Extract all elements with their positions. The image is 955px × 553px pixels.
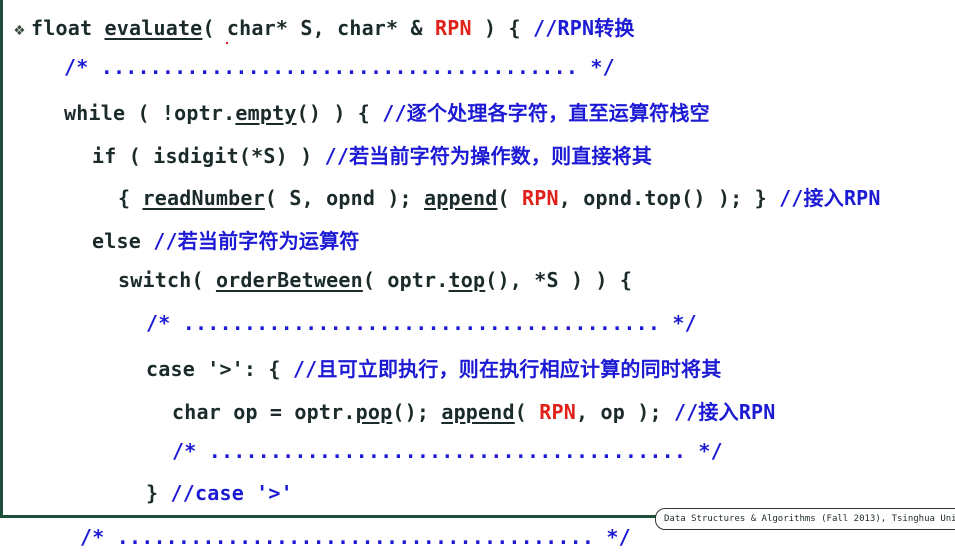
line-read-number-token: , opnd.top() ); }	[558, 186, 780, 210]
line-while-loop: while ( !optr.empty() ) { //逐个处理各字符，直至运算…	[64, 97, 710, 126]
line-switch: switch( orderBetween( optr.top(), *S ) )…	[118, 268, 632, 292]
line-function-signature-token: evaluate	[104, 16, 203, 40]
slide: ❖ float evaluate( char* S, char* & RPN ) …	[0, 0, 955, 553]
line-switch-token: ( optr.	[362, 268, 449, 292]
line-switch-token: switch(	[118, 268, 216, 292]
line-char-op: char op = optr.pop(); append( RPN, op );…	[172, 396, 776, 425]
line-function-signature-token: ( char* S, char* &	[202, 16, 436, 40]
line-read-number-token: readNumber	[142, 186, 265, 210]
red-dot-mark	[226, 42, 228, 44]
line-function-signature-token: float	[31, 16, 105, 40]
line-ellipsis-comment-2-token: /* .....................................…	[146, 311, 697, 335]
line-case-close-token: }	[146, 481, 171, 505]
line-if-isdigit: if ( isdigit(*S) ) //若当前字符为操作数，则直接将其	[92, 140, 652, 169]
line-else-token: //若当前字符为运算符	[153, 229, 360, 253]
line-else: else //若当前字符为运算符	[92, 225, 360, 254]
line-while-loop-token: //逐个处理各字符，直至运算符栈空	[382, 101, 710, 125]
line-else-token: else	[92, 229, 154, 253]
line-ellipsis-comment-1-token: /* .....................................…	[64, 55, 615, 79]
line-read-number-token: append	[424, 186, 498, 210]
line-function-signature-token: RPN	[435, 16, 472, 40]
line-char-op-token: //接入RPN	[673, 400, 776, 424]
line-ellipsis-comment-4: /* .....................................…	[80, 525, 631, 549]
line-char-op-token: ();	[392, 400, 442, 424]
line-read-number-token: RPN	[521, 186, 559, 210]
line-ellipsis-comment-3: /* .....................................…	[172, 439, 723, 463]
line-case-greater-token: //且可立即执行，则在执行相应计算的同时将其	[292, 357, 722, 381]
line-ellipsis-comment-4-token: /* .....................................…	[80, 525, 631, 549]
line-switch-token: (), *S ) ) {	[485, 268, 633, 292]
line-char-op-token: char op = optr.	[172, 400, 356, 424]
line-char-op-token: append	[441, 400, 515, 424]
line-read-number: { readNumber( S, opnd ); append( RPN, op…	[118, 182, 881, 211]
line-read-number-token: ( S, opnd );	[264, 186, 425, 210]
line-case-close: } //case '>'	[146, 481, 293, 505]
line-while-loop-token: while ( !optr.	[64, 101, 236, 125]
line-if-isdigit-token: if ( isdigit(*S) )	[92, 144, 325, 168]
line-read-number-token: //接入RPN	[779, 186, 881, 210]
line-switch-token: orderBetween	[215, 268, 363, 292]
line-switch-token: top	[448, 268, 486, 292]
line-while-loop-token: () ) {	[296, 101, 383, 125]
line-char-op-token: RPN	[539, 400, 576, 424]
line-case-greater-token: case '>': {	[146, 357, 293, 381]
line-ellipsis-comment-3-token: /* .....................................…	[172, 439, 723, 463]
line-read-number-token: {	[118, 186, 143, 210]
line-read-number-token: (	[497, 186, 522, 210]
line-char-op-token: (	[514, 400, 540, 424]
line-while-loop-token: empty	[235, 101, 297, 125]
line-ellipsis-comment-1: /* .....................................…	[64, 55, 615, 79]
line-function-signature-token: ❖	[14, 19, 26, 40]
line-function-signature: ❖ float evaluate( char* S, char* & RPN ) …	[14, 12, 635, 41]
line-case-greater: case '>': { //且可立即执行，则在执行相应计算的同时将其	[146, 353, 721, 382]
line-if-isdigit-token: //若当前字符为操作数，则直接将其	[324, 144, 653, 168]
line-function-signature-token: ) {	[471, 16, 533, 40]
line-ellipsis-comment-2: /* .....................................…	[146, 311, 697, 335]
line-case-close-token: //case '>'	[170, 481, 293, 505]
line-function-signature-token: //RPN转换	[532, 16, 635, 40]
line-char-op-token: pop	[355, 400, 393, 424]
course-footer-badge: Data Structures & Algorithms (Fall 2013)…	[655, 508, 955, 530]
line-char-op-token: , op );	[576, 400, 674, 424]
